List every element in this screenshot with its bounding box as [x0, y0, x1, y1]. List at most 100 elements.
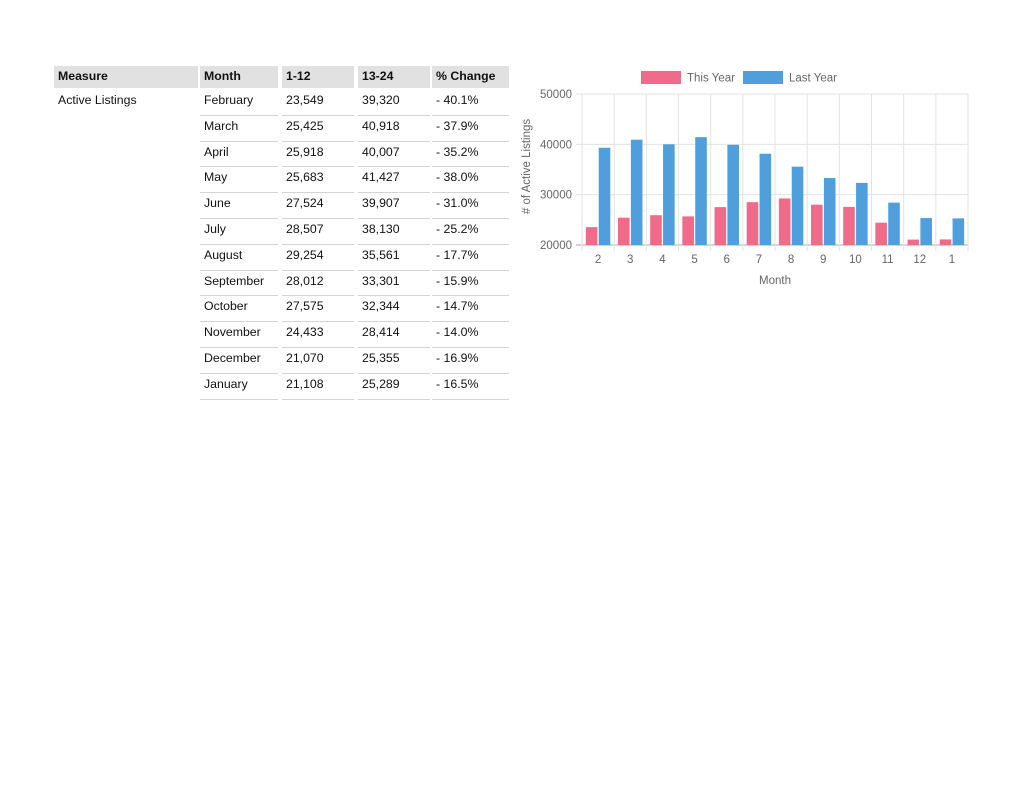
cell-measure: [54, 116, 198, 142]
cell-13-24: 39,907: [358, 193, 430, 219]
x-tick-label: 2: [595, 254, 601, 266]
bar-this-year: [746, 202, 759, 245]
cell-month: April: [200, 142, 278, 168]
table-row: April 25,918 40,007- 35.2%: [54, 142, 509, 168]
table-row: March 25,425 40,918- 37.9%: [54, 116, 509, 142]
cell-pct-change: - 15.9%: [432, 271, 509, 297]
cell-1-12: 28,507: [282, 219, 354, 245]
bar-this-year: [811, 204, 823, 245]
x-tick-label: 1: [949, 254, 955, 266]
bar-last-year: [695, 137, 707, 245]
cell-month: December: [200, 348, 278, 374]
bar-this-year: [778, 198, 791, 245]
cell-pct-change: - 31.0%: [432, 193, 509, 219]
bar-last-year: [888, 202, 900, 245]
x-tick-label: 9: [820, 254, 826, 266]
cell-pct-change: - 14.0%: [432, 322, 509, 348]
cell-measure: [54, 193, 198, 219]
cell-measure: [54, 296, 198, 322]
cell-1-12: 25,683: [282, 167, 354, 194]
cell-13-24: 38,130: [358, 219, 430, 245]
x-tick-label: 3: [627, 254, 633, 266]
bar-this-year: [843, 206, 855, 245]
cell-month: January: [200, 374, 278, 400]
x-tick-label: 7: [756, 254, 762, 266]
x-tick-label: 8: [788, 254, 794, 266]
bar-chart-svg: 20000 30000 40000 50000 2 3 4 5 6 7 8 9 10 11 12 1 Month…: [521, 71, 969, 287]
bar-last-year: [630, 139, 643, 245]
header-1-12: 1-12: [282, 66, 354, 88]
table-row: August 29,254 35,561- 17.7%: [54, 245, 509, 271]
table-row: November 24,433 28,414- 14.0%: [54, 322, 509, 348]
cell-1-12: 21,108: [282, 374, 354, 400]
cell-measure: Active Listings: [58, 93, 137, 107]
x-tick-label: 5: [691, 254, 697, 266]
y-axis-title: # of Active Listings: [521, 119, 533, 214]
cell-13-24: 39,320: [358, 90, 430, 116]
legend-swatch-this-year: [641, 71, 681, 84]
bar-last-year: [952, 218, 965, 245]
bar-this-year: [585, 227, 598, 245]
cell-pct-change: - 16.9%: [432, 348, 509, 374]
bar-last-year: [823, 178, 836, 245]
cell-13-24: 40,007: [358, 142, 430, 168]
listings-table: Measure Month 1-12 13-24 % Change Active…: [54, 66, 509, 400]
cell-pct-change: - 16.5%: [432, 374, 509, 400]
bar-last-year: [791, 166, 804, 245]
bar-this-year: [650, 215, 662, 245]
cell-1-12: 25,918: [282, 142, 354, 168]
cell-pct-change: - 25.2%: [432, 219, 509, 245]
bar-this-year: [875, 222, 887, 245]
cell-13-24: 32,344: [358, 296, 430, 323]
cell-pct-change: - 38.0%: [432, 167, 509, 194]
cell-pct-change: - 35.2%: [432, 142, 509, 168]
cell-measure: [54, 142, 198, 168]
table-row: October 27,575 32,344- 14.7%: [54, 296, 509, 323]
legend-label-this-year: This Year: [687, 73, 735, 85]
cell-1-12: 27,575: [282, 296, 354, 323]
bar-this-year: [682, 216, 694, 245]
x-tick-label: 11: [882, 254, 894, 266]
table-row: May 25,683 41,427- 38.0%: [54, 167, 509, 194]
cell-1-12: 21,070: [282, 348, 354, 374]
x-tick-label: 12: [913, 254, 926, 266]
cell-1-12: 29,254: [282, 245, 354, 271]
bar-this-year: [907, 239, 920, 245]
cell-month: October: [200, 296, 278, 323]
cell-1-12: 25,425: [282, 116, 354, 142]
bar-last-year: [759, 153, 772, 245]
bar-last-year: [856, 182, 868, 245]
cell-measure: [54, 322, 198, 348]
table-body: Active Listings February 23,549 39,320- 40.…: [54, 90, 509, 400]
cell-13-24: 25,355: [358, 348, 430, 374]
y-tick-label: 50000: [540, 89, 572, 101]
y-tick-label: 20000: [540, 240, 572, 252]
x-axis-title: Month: [759, 275, 791, 287]
bar-this-year: [714, 207, 727, 245]
header-13-24: 13-24: [358, 66, 430, 88]
table-row: Active Listings February 23,549 39,320- 40.…: [54, 90, 509, 116]
cell-13-24: 35,561: [358, 245, 430, 271]
header-pct-change: % Change: [432, 66, 509, 88]
cell-measure: [54, 167, 198, 193]
cell-1-12: 28,012: [282, 271, 354, 297]
cell-measure: [54, 271, 198, 297]
cell-13-24: 25,289: [358, 374, 430, 400]
cell-1-12: 27,524: [282, 193, 354, 219]
cell-pct-change: - 14.7%: [432, 296, 509, 323]
cell-pct-change: - 17.7%: [432, 245, 509, 271]
cell-month: September: [200, 271, 278, 297]
table-row: September 28,012 33,301- 15.9%: [54, 271, 509, 297]
cell-13-24: 28,414: [358, 322, 430, 348]
header-measure: Measure: [54, 66, 198, 88]
bar-last-year: [727, 144, 739, 245]
cell-month: February: [200, 90, 278, 116]
cell-1-12: 24,433: [282, 322, 354, 348]
bar-this-year: [618, 217, 630, 245]
cell-pct-change: - 40.1%: [432, 90, 509, 116]
bar-last-year: [598, 147, 611, 245]
cell-measure: [54, 245, 198, 271]
cell-pct-change: - 37.9%: [432, 116, 509, 142]
bar-last-year: [920, 218, 932, 245]
x-tick-label: 10: [849, 254, 862, 266]
